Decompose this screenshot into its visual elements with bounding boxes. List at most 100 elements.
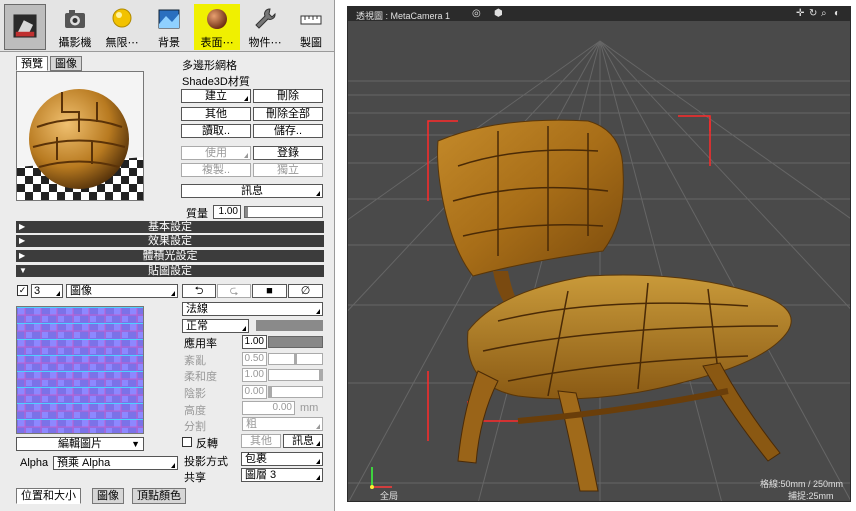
- dropdown-triangle-icon: [244, 153, 248, 158]
- axis-mode-label[interactable]: 全局: [380, 489, 398, 501]
- tab-image[interactable]: 圖像: [50, 56, 82, 71]
- layer-type-select[interactable]: 圖像: [66, 284, 178, 298]
- dropdown-triangle-icon: [56, 291, 60, 296]
- section-basic[interactable]: ▶ 基本設定: [16, 221, 324, 233]
- dropdown-triangle-icon: [316, 475, 320, 480]
- apply-rate-slider[interactable]: [268, 336, 323, 348]
- shade-tool-icon: [13, 14, 37, 38]
- toolbar-object-button[interactable]: 物件⋯: [242, 4, 288, 50]
- save-button[interactable]: 儲存..: [253, 124, 323, 138]
- toolbar-camera-button[interactable]: 攝影機: [52, 4, 98, 50]
- register-button[interactable]: 登錄: [253, 146, 323, 160]
- section-mapping[interactable]: ▼ 貼圖設定: [16, 265, 324, 277]
- move-icon[interactable]: ✛: [796, 8, 804, 19]
- duplicate-button[interactable]: 複製..: [181, 163, 251, 177]
- panel-splitter[interactable]: [335, 0, 347, 511]
- viewport-scene: [348, 21, 850, 501]
- split-select[interactable]: 粗: [242, 417, 323, 431]
- toolbar-surface-button[interactable]: 表面⋯: [194, 4, 240, 50]
- square-icon: ■: [266, 285, 273, 297]
- other-button[interactable]: 其他: [181, 107, 251, 121]
- redo-button[interactable]: ⮎: [217, 284, 251, 298]
- param-label-apply-rate: 應用率: [184, 338, 217, 350]
- texture-thumbnail: [16, 306, 144, 434]
- invert-label: 反轉: [196, 438, 218, 450]
- create-button[interactable]: 建立: [181, 89, 251, 103]
- toolbar-tool-button[interactable]: [4, 4, 46, 50]
- alpha-label: Alpha: [20, 457, 49, 469]
- dropdown-triangle-icon: [171, 463, 175, 468]
- rotate-icon[interactable]: ↻: [809, 8, 817, 19]
- tab-preview[interactable]: 預覽: [16, 56, 48, 71]
- sphere-material-icon: [207, 9, 227, 29]
- dropdown-triangle-icon: [244, 96, 248, 101]
- mass-slider[interactable]: [244, 206, 323, 218]
- material-name-label: Shade3D材質: [182, 76, 250, 88]
- dropdown-triangle-icon: [316, 424, 320, 429]
- turbulence-input[interactable]: 0.50: [242, 352, 267, 366]
- snap-size-label: 捕捉:25mm: [788, 491, 834, 501]
- dropdown-arrow-icon: ▼: [131, 439, 140, 449]
- invert-checkbox[interactable]: [182, 437, 192, 447]
- toolbar-drafting-label: 製圖: [300, 37, 322, 49]
- shadow-input[interactable]: 0.00: [242, 385, 267, 399]
- param-label-shadow: 陰影: [184, 388, 206, 400]
- apply-rate-input[interactable]: 1.00: [242, 335, 267, 349]
- collapse-arrow-icon: ▼: [19, 266, 27, 275]
- softness-input[interactable]: 1.00: [242, 368, 267, 382]
- softness-slider[interactable]: [268, 369, 323, 381]
- height-input[interactable]: 0.00: [242, 401, 295, 415]
- mass-input[interactable]: 1.00: [213, 205, 241, 219]
- material-preview: [16, 71, 144, 201]
- zoom-icon[interactable]: ⌕: [821, 8, 827, 19]
- toolbar-drafting-button[interactable]: 製圖: [290, 4, 332, 50]
- perspective-viewport[interactable]: 透視圖 : MetaCamera 1 ◎ ⬢ ✛ ↻ ⌕ ◐ 全局 格線:50m…: [347, 6, 851, 502]
- mapping-other-button[interactable]: 其他: [241, 434, 281, 448]
- blend-color-swatch[interactable]: [256, 320, 323, 331]
- height-label: 高度: [184, 405, 206, 417]
- mapping-info-button[interactable]: 訊息: [283, 434, 323, 448]
- use-button[interactable]: 使用: [181, 146, 251, 160]
- share-select[interactable]: 圖層 3: [241, 468, 323, 482]
- info-button[interactable]: 訊息: [181, 184, 323, 198]
- material-panel: 攝影機 無限⋯ 背景 表面⋯ 物件⋯ 製圖 預覽 圖像 多邊形網格 Shade3…: [0, 0, 335, 511]
- projection-select[interactable]: 包裹: [241, 452, 323, 466]
- view-options-icon[interactable]: ◐: [834, 8, 840, 19]
- param-label-turbulence: 紊亂: [184, 355, 206, 367]
- toolbar-light-button[interactable]: 無限⋯: [99, 4, 145, 50]
- alpha-select[interactable]: 預乘 Alpha: [53, 456, 178, 470]
- wrench-icon: [255, 8, 276, 29]
- light-bulb-icon: [112, 8, 132, 28]
- map-type-select[interactable]: 法線: [182, 302, 323, 316]
- target-icon[interactable]: ◎: [472, 8, 481, 19]
- mass-label: 質量: [186, 208, 208, 220]
- shadow-slider[interactable]: [268, 386, 323, 398]
- normal-map-image: [17, 307, 143, 433]
- undo-button[interactable]: ⮌: [182, 284, 216, 298]
- tab-position-size[interactable]: 位置和大小: [16, 488, 81, 504]
- section-effect[interactable]: ▶ 效果設定: [16, 235, 324, 247]
- blend-mode-select[interactable]: 正常: [182, 319, 249, 333]
- delete-all-button[interactable]: 刪除全部: [253, 107, 323, 121]
- param-label-softness: 柔和度: [184, 371, 217, 383]
- delete-button[interactable]: 刪除: [253, 89, 323, 103]
- tab-image-bottom[interactable]: 圖像: [92, 488, 124, 504]
- turbulence-slider[interactable]: [268, 353, 323, 365]
- independent-button[interactable]: 獨立: [253, 163, 323, 177]
- toolbar: 攝影機 無限⋯ 背景 表面⋯ 物件⋯ 製圖: [0, 0, 334, 52]
- dropdown-triangle-icon: [242, 326, 246, 331]
- toolbar-background-button[interactable]: 背景: [146, 4, 192, 50]
- dropdown-triangle-icon: [316, 309, 320, 314]
- height-unit: mm: [300, 402, 319, 414]
- cube-icon[interactable]: ⬢: [494, 8, 503, 19]
- object-type-label: 多邊形網格: [182, 60, 237, 72]
- clear-button[interactable]: ∅: [288, 284, 323, 298]
- layer-enable-checkbox[interactable]: ✓: [17, 285, 28, 296]
- section-volume-light[interactable]: ▶ 體積光設定: [16, 250, 324, 262]
- fill-button[interactable]: ■: [252, 284, 287, 298]
- load-button[interactable]: 讀取..: [181, 124, 251, 138]
- layer-number-select[interactable]: 3: [31, 284, 63, 298]
- edit-image-button[interactable]: 編輯圖片 ▼: [16, 437, 144, 451]
- toolbar-surface-label: 表面⋯: [200, 37, 234, 49]
- tab-vertex-color[interactable]: 頂點顏色: [132, 488, 186, 504]
